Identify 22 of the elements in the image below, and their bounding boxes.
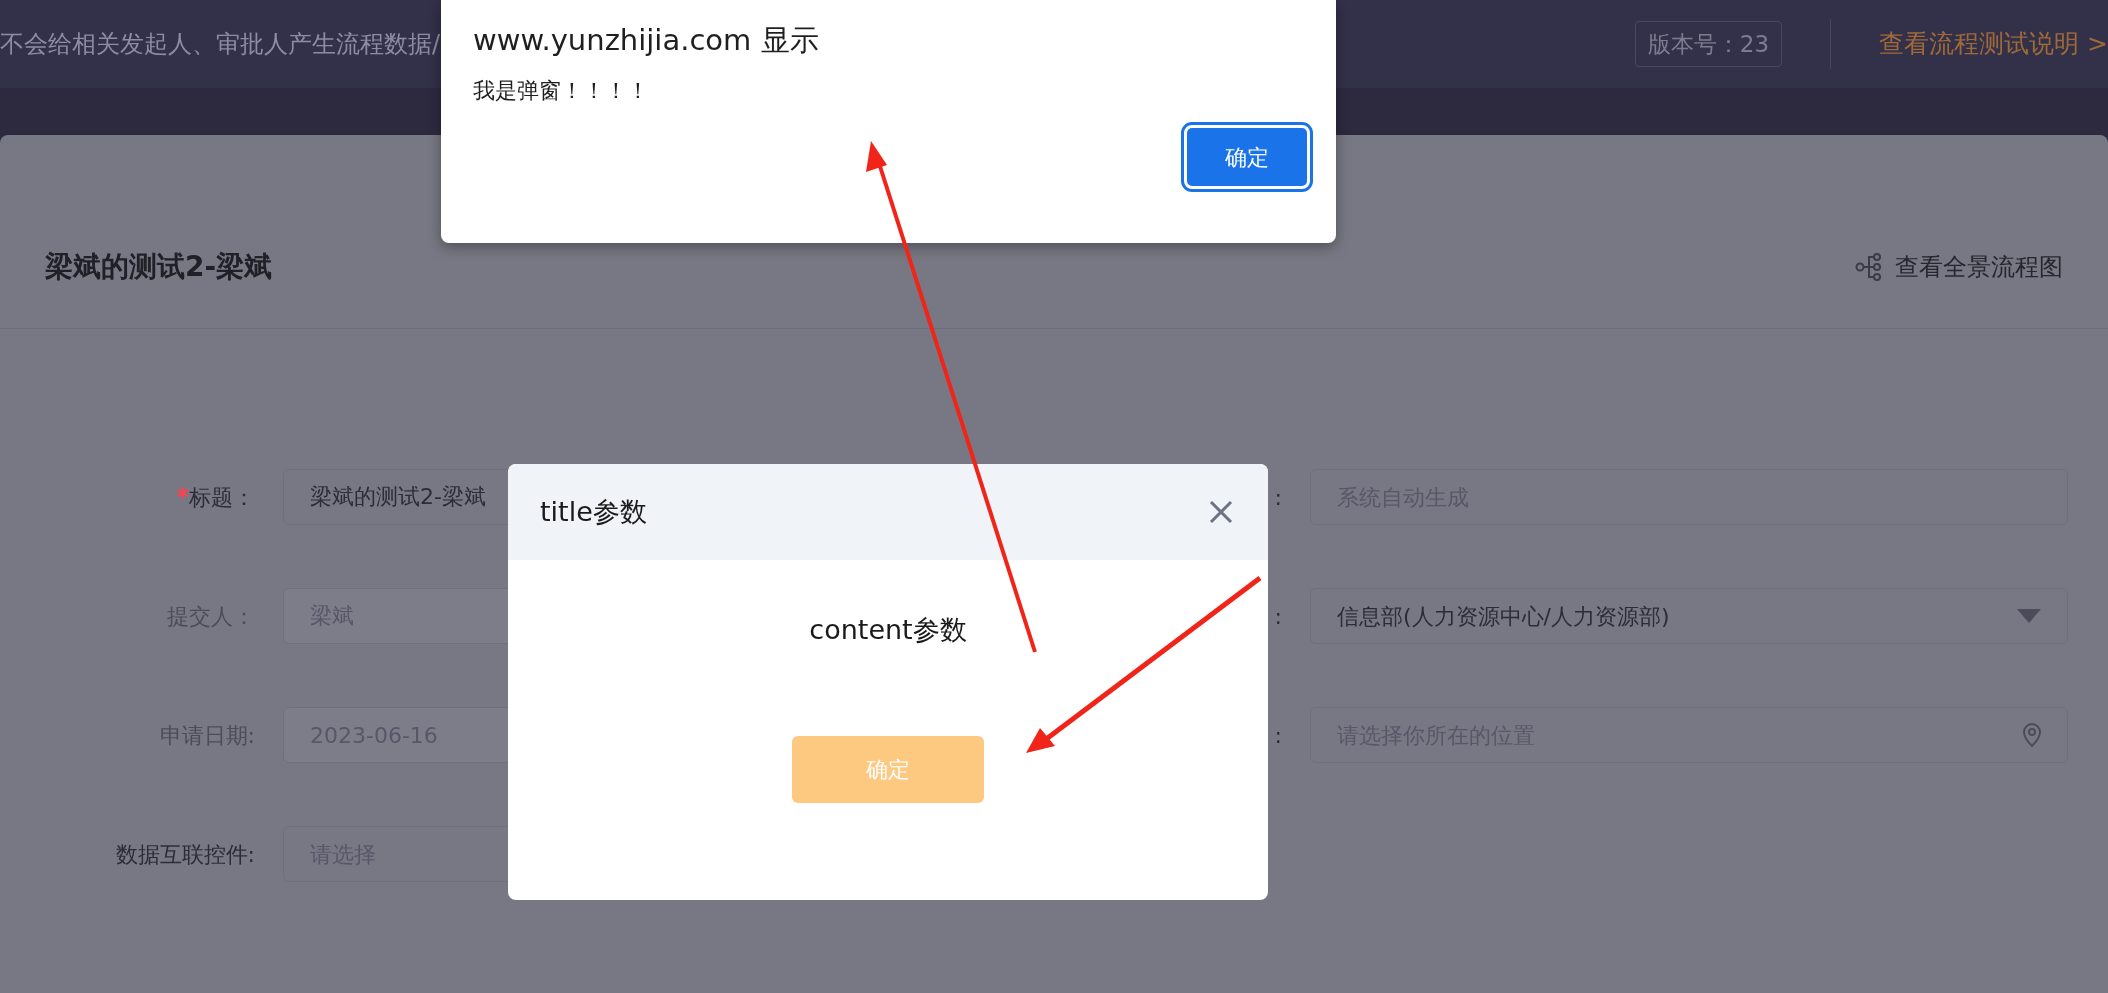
version-badge: 版本号：23 bbox=[1634, 21, 1783, 67]
ok-button[interactable]: 确定 bbox=[1184, 125, 1310, 190]
field-label: 标题： bbox=[189, 483, 255, 512]
modal-title: title参数 bbox=[540, 494, 647, 529]
diagram-link[interactable]: 查看全景流程图 bbox=[1855, 248, 2063, 285]
select-value: 信息部(人力资源中心/人力资源部) bbox=[1337, 602, 1670, 631]
field-label: : bbox=[1274, 602, 1282, 631]
required-asterisk: * bbox=[176, 482, 189, 513]
field-label: : bbox=[1274, 721, 1282, 750]
notice-text: 不会给相关发起人、审批人产生流程数据/ bbox=[0, 29, 441, 60]
department-select[interactable]: 信息部(人力资源中心/人力资源部) bbox=[1310, 588, 2068, 644]
close-icon bbox=[1209, 500, 1233, 524]
caret-icon bbox=[2017, 609, 2041, 623]
alert-message: 我是弹窗！！！！ bbox=[473, 77, 650, 106]
modal-content: content参数 bbox=[809, 613, 967, 647]
form-title: 梁斌的测试2-梁斌 bbox=[45, 248, 273, 285]
help-link[interactable]: 查看流程测试说明 > bbox=[1879, 25, 2108, 63]
location-pin-icon bbox=[2023, 723, 2041, 747]
field-label: : bbox=[1274, 483, 1282, 512]
alert-title: www.yunzhijia.com 显示 bbox=[473, 22, 820, 59]
flow-icon bbox=[1855, 252, 1883, 281]
field-label: 数据互联控件: bbox=[115, 840, 255, 869]
